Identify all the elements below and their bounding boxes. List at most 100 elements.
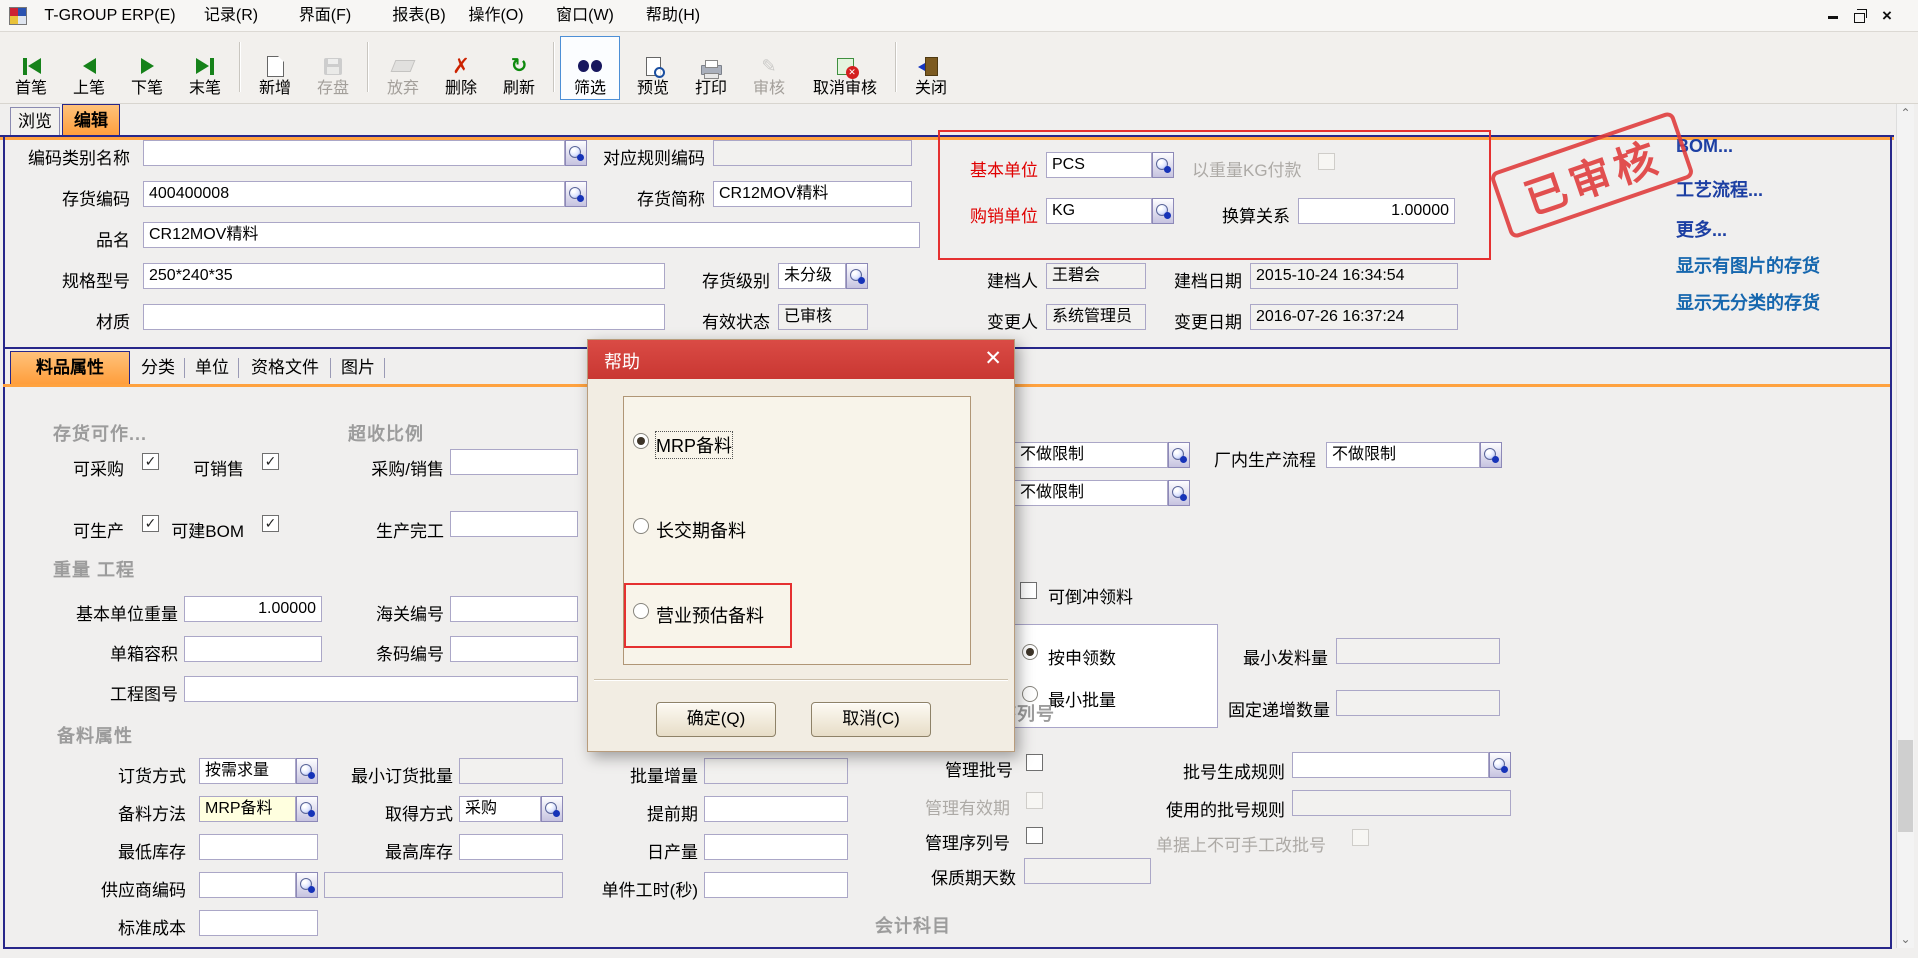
by-request-radio[interactable]	[1022, 644, 1038, 660]
menu-record[interactable]: 记录(R)	[196, 5, 266, 27]
manage-serial-checkbox[interactable]	[1026, 827, 1043, 844]
code-category-input[interactable]	[143, 140, 565, 166]
drawing-no-input[interactable]	[184, 676, 578, 702]
restriction1-input[interactable]: 不做限制	[1014, 442, 1168, 468]
base-unit-lookup-icon[interactable]	[1152, 152, 1174, 178]
menu-report[interactable]: 报表(B)	[384, 5, 454, 27]
prep-method-lookup-icon[interactable]	[296, 796, 318, 822]
min-stock-input[interactable]	[199, 834, 318, 860]
level-input[interactable]: 未分级	[778, 263, 846, 289]
scroll-down-icon[interactable]: ⌄	[1897, 930, 1914, 948]
tab-picture[interactable]: 图片	[336, 353, 380, 383]
toolbar-first-button[interactable]: 首笔	[2, 36, 60, 100]
trade-unit-input[interactable]: KG	[1046, 198, 1152, 224]
tab-browse[interactable]: 浏览	[10, 107, 60, 136]
link-show-with-picture[interactable]: 显示有图片的存货	[1676, 252, 1820, 278]
help-dialog-titlebar[interactable]: 帮助	[588, 340, 1014, 379]
help-dialog-close-icon[interactable]: ✕	[984, 346, 1002, 371]
item-name-input[interactable]: CR12MOV精料	[143, 222, 920, 248]
trade-unit-lookup-icon[interactable]	[1152, 198, 1174, 224]
base-unit-input[interactable]: PCS	[1046, 152, 1152, 178]
factory-flow-input[interactable]: 不做限制	[1326, 442, 1480, 468]
box-volume-input[interactable]	[184, 636, 322, 662]
code-category-lookup-icon[interactable]	[565, 140, 587, 166]
restriction2-input[interactable]: 不做限制	[1014, 480, 1168, 506]
toolbar-delete-button[interactable]: ✗ 删除	[432, 36, 490, 100]
tab-category[interactable]: 分类	[136, 353, 180, 383]
toolbar-filter-button[interactable]: 筛选	[560, 36, 620, 100]
toolbar-unaudit-button[interactable]: 取消审核	[798, 36, 892, 100]
purchase-sale-ratio-input[interactable]	[450, 449, 578, 475]
toolbar-last-button[interactable]: 末笔	[176, 36, 234, 100]
sales-forecast-option-label[interactable]: 营业预估备料	[656, 602, 764, 628]
scrollbar-thumb[interactable]	[1898, 740, 1913, 832]
mrp-prep-radio[interactable]	[633, 433, 649, 449]
spec-input[interactable]: 250*240*35	[143, 263, 665, 289]
toolbar-refresh-button[interactable]: ↻ 刷新	[490, 36, 548, 100]
batch-rule-input[interactable]	[1292, 752, 1489, 778]
item-abbr-input[interactable]: CR12MOV精料	[713, 181, 912, 207]
unit-hours-input[interactable]	[704, 872, 848, 898]
supplier-code-lookup-icon[interactable]	[296, 872, 318, 898]
link-process-flow[interactable]: 工艺流程...	[1676, 176, 1763, 202]
sellable-checkbox[interactable]	[262, 453, 279, 470]
tab-item-properties[interactable]: 料品属性	[10, 351, 130, 384]
menu-operation[interactable]: 操作(O)	[461, 5, 531, 27]
max-stock-input[interactable]	[459, 834, 563, 860]
order-mode-lookup-icon[interactable]	[296, 758, 318, 784]
order-mode-input[interactable]: 按需求量	[199, 758, 296, 784]
unit-weight-input[interactable]: 1.00000	[184, 596, 322, 622]
tab-qualification-files[interactable]: 资格文件	[244, 353, 326, 383]
producible-checkbox[interactable]	[142, 515, 159, 532]
restriction1-lookup-icon[interactable]	[1168, 442, 1190, 468]
window-restore-icon[interactable]	[1848, 6, 1870, 26]
purchasable-checkbox[interactable]	[142, 453, 159, 470]
window-close-icon[interactable]: ×	[1876, 6, 1898, 26]
menu-interface[interactable]: 界面(F)	[290, 5, 360, 27]
conversion-input[interactable]: 1.00000	[1298, 198, 1455, 224]
sales-forecast-radio[interactable]	[633, 603, 649, 619]
tab-edit[interactable]: 编辑	[62, 104, 120, 136]
material-input[interactable]	[143, 304, 665, 330]
item-code-lookup-icon[interactable]	[565, 181, 587, 207]
menu-tgroup-erp[interactable]: T-GROUP ERP(E)	[42, 5, 178, 27]
menu-help[interactable]: 帮助(H)	[638, 5, 708, 27]
barcode-input[interactable]	[450, 636, 578, 662]
item-code-input[interactable]: 400400008	[143, 181, 565, 207]
customs-code-input[interactable]	[450, 596, 578, 622]
mrp-prep-option-label[interactable]: MRP备料	[656, 432, 732, 458]
menu-window[interactable]: 窗口(W)	[550, 5, 620, 27]
backflush-checkbox[interactable]	[1020, 582, 1037, 599]
link-show-uncategorized[interactable]: 显示无分类的存货	[1676, 289, 1820, 315]
factory-flow-lookup-icon[interactable]	[1480, 442, 1502, 468]
acquire-mode-lookup-icon[interactable]	[541, 796, 563, 822]
manage-batch-checkbox[interactable]	[1026, 754, 1043, 771]
batch-rule-lookup-icon[interactable]	[1489, 752, 1511, 778]
toolbar-preview-button[interactable]: 预览	[624, 36, 682, 100]
restriction2-lookup-icon[interactable]	[1168, 480, 1190, 506]
dialog-ok-button[interactable]: 确定(Q)	[656, 702, 776, 737]
toolbar-print-button[interactable]: 打印	[682, 36, 740, 100]
production-finish-input[interactable]	[450, 511, 578, 537]
shelf-days-input[interactable]	[1024, 858, 1151, 884]
scroll-up-icon[interactable]: ⌃	[1897, 104, 1914, 122]
tab-unit[interactable]: 单位	[190, 353, 234, 383]
link-more[interactable]: 更多...	[1676, 216, 1727, 242]
dialog-cancel-button[interactable]: 取消(C)	[811, 702, 931, 737]
long-leadtime-option-label[interactable]: 长交期备料	[656, 517, 746, 543]
bom-allowed-checkbox[interactable]	[262, 515, 279, 532]
toolbar-close-button[interactable]: 关闭	[902, 36, 960, 100]
acquire-mode-input[interactable]: 采购	[459, 796, 541, 822]
toolbar-prev-button[interactable]: 上笔	[60, 36, 118, 100]
daily-output-input[interactable]	[704, 834, 848, 860]
vertical-scrollbar[interactable]: ⌃ ⌄	[1896, 104, 1914, 948]
lead-time-input[interactable]	[704, 796, 848, 822]
toolbar-next-button[interactable]: 下笔	[118, 36, 176, 100]
prep-method-input[interactable]: MRP备料	[199, 796, 296, 822]
supplier-code-input[interactable]	[199, 872, 296, 898]
std-cost-input[interactable]	[199, 910, 318, 936]
window-minimize-icon[interactable]	[1822, 6, 1844, 26]
level-lookup-icon[interactable]	[846, 263, 868, 289]
long-leadtime-radio[interactable]	[633, 518, 649, 534]
toolbar-new-button[interactable]: 新增	[246, 36, 304, 100]
